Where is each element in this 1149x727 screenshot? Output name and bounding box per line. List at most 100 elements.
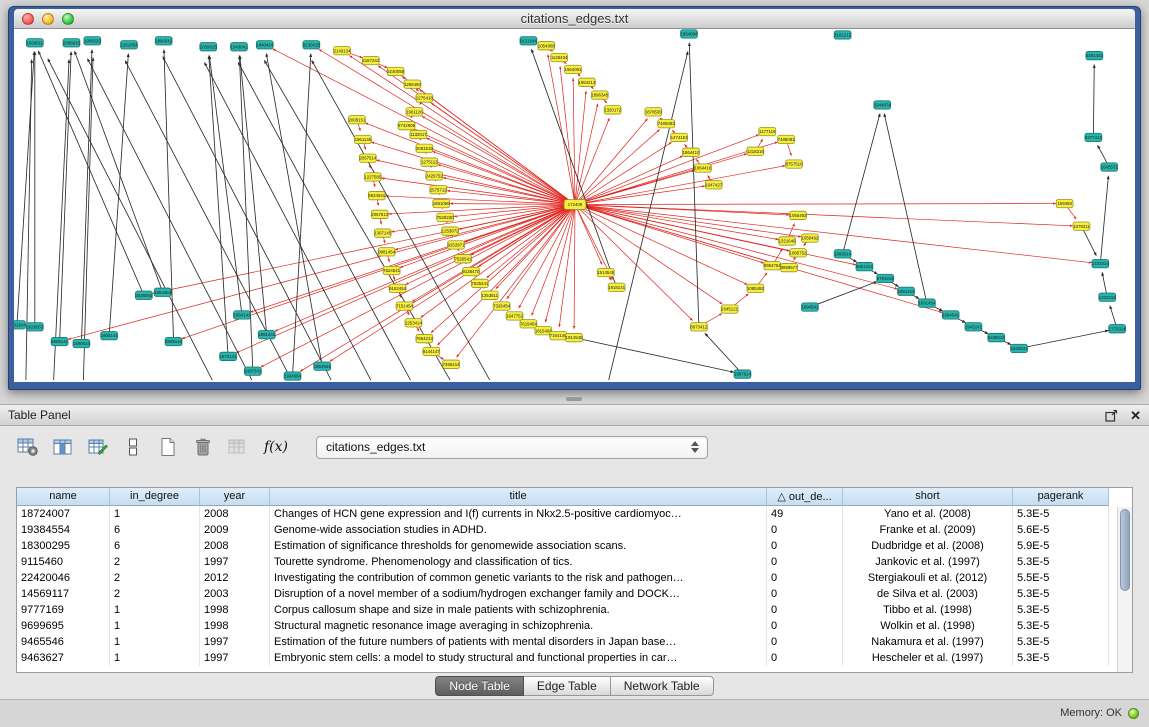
graph-node[interactable]: 7485081 — [778, 135, 795, 143]
graph-node[interactable]: 1275112 — [421, 158, 438, 166]
table-row[interactable]: 1872400712008Changes of HCN gene express… — [17, 506, 1132, 522]
graph-node[interactable]: 1664091 — [565, 65, 582, 73]
graph-node[interactable]: 2039815 — [200, 43, 217, 51]
row-tools-button[interactable] — [121, 435, 145, 459]
tab-edge-table[interactable]: Edge Table — [524, 676, 611, 696]
graph-node[interactable]: 1945241 — [965, 323, 982, 331]
graph-node[interactable]: 2045121 — [721, 305, 738, 313]
network-canvas[interactable]: 172409 2149134 2187242 22400581286490 127541… — [14, 29, 1135, 382]
graph-node[interactable]: 8954754 — [764, 261, 781, 269]
table-row[interactable]: 1830029562008Estimation of significance … — [17, 538, 1132, 554]
graph-node[interactable]: 1918141 — [608, 283, 625, 291]
window-titlebar[interactable]: citations_edges.txt — [14, 9, 1135, 29]
graph-node[interactable]: 1956520 — [84, 37, 101, 45]
table-row[interactable]: 1456911722003Disruption of a novel membe… — [17, 586, 1132, 602]
column-header-pagerank[interactable]: pagerank — [1013, 488, 1109, 506]
graph-node[interactable]: 8973412 — [690, 323, 707, 331]
graph-node[interactable]: 1177116 — [759, 127, 776, 135]
table-row[interactable]: 946362711997Embryonic stem cells: a mode… — [17, 650, 1132, 666]
graph-node[interactable]: 1286490 — [404, 80, 421, 88]
graph-node[interactable]: 9742906 — [398, 121, 415, 129]
graph-node[interactable]: 1079211 — [1073, 222, 1090, 230]
edit-table-button[interactable] — [86, 435, 110, 459]
graph-node[interactable]: 7619454 — [520, 320, 537, 328]
graph-node[interactable]: 1864410 — [683, 148, 700, 156]
graph-node[interactable]: 1261054 — [121, 41, 138, 49]
graph-node[interactable]: 1367145 — [374, 229, 391, 237]
graph-node[interactable]: 2526053 — [135, 291, 152, 299]
graph-node[interactable]: 9524541 — [368, 191, 385, 199]
graph-node[interactable]: 2187242 — [362, 56, 379, 64]
graph-node[interactable]: 1514545 — [597, 268, 614, 276]
close-panel-icon[interactable]: ✕ — [1130, 409, 1141, 422]
graph-node[interactable]: 7326454 — [493, 302, 510, 310]
table-row[interactable]: 911546021997Tourette syndrome. Phenomeno… — [17, 554, 1132, 570]
graph-node[interactable]: 5591442 — [1086, 51, 1103, 59]
close-window-button[interactable] — [22, 13, 34, 25]
graph-node[interactable]: 2057514 — [359, 154, 376, 162]
function-builder-button[interactable]: f(x) — [261, 435, 291, 459]
graph-node[interactable]: 1320172 — [604, 106, 621, 114]
graph-node[interactable]: 2081519 — [416, 144, 433, 152]
graph-node[interactable]: 8757516 — [786, 160, 803, 168]
graph-node[interactable]: 1893614 — [834, 250, 851, 258]
graph-node[interactable]: 1275418 — [416, 94, 433, 102]
graph-node[interactable]: 7526541 — [455, 255, 472, 263]
graph-node[interactable]: 2008915 — [63, 39, 80, 47]
import-table-button[interactable] — [226, 435, 250, 459]
graph-node[interactable]: 9152454 — [389, 284, 406, 292]
graph-node[interactable]: 1253811 — [481, 291, 498, 299]
column-header-year[interactable]: year — [200, 488, 270, 506]
graph-node[interactable]: 2575712 — [430, 186, 447, 194]
graph-node[interactable]: 6791914 — [877, 274, 894, 282]
graph-node[interactable]: 1897914 — [734, 370, 751, 378]
graph-node[interactable]: 2067513 — [371, 210, 388, 218]
graph-node[interactable]: 1891441 — [258, 330, 275, 338]
graph-node[interactable]: 8961412 — [856, 262, 873, 270]
graph-node[interactable]: 2425752 — [426, 172, 443, 180]
select-columns-button[interactable] — [51, 435, 75, 459]
graph-node[interactable]: 2240058 — [387, 67, 404, 75]
graph-node[interactable]: 1047427 — [705, 181, 722, 189]
panel-splitter-handle[interactable] — [566, 396, 582, 401]
graph-node[interactable]: 1253414 — [405, 319, 422, 327]
graph-node[interactable]: 1227585 — [364, 173, 381, 181]
graph-node[interactable]: 1059492 — [801, 234, 818, 242]
graph-node[interactable]: 1961126 — [406, 108, 423, 116]
graph-node[interactable]: 1231014 — [1099, 293, 1116, 301]
graph-node[interactable]: 1775314 — [1109, 325, 1126, 333]
column-header-out_de[interactable]: △ out_de... — [767, 488, 843, 506]
graph-node[interactable]: 1896345 — [591, 91, 608, 99]
table-row[interactable]: 2242004622012Investigating the contribut… — [17, 570, 1132, 586]
float-panel-icon[interactable] — [1105, 409, 1118, 422]
table-row[interactable]: 977716911998Corpus callosum shape and si… — [17, 602, 1132, 618]
graph-node[interactable]: 1694541 — [942, 311, 959, 319]
graph-node[interactable]: 1890542 — [155, 37, 172, 45]
graph-node[interactable]: 1931184 — [14, 321, 26, 329]
graph-node[interactable]: 7485083 — [658, 119, 675, 127]
graph-node[interactable]: 1905141 — [101, 331, 118, 339]
table-selector-dropdown[interactable]: citations_edges.txt — [316, 436, 708, 459]
graph-node[interactable]: 172409 — [564, 200, 586, 210]
graph-node[interactable]: 1864094 — [681, 30, 698, 38]
graph-node[interactable]: 8130415 — [303, 41, 320, 49]
graph-node[interactable]: 9277414 — [1085, 133, 1102, 141]
table-row[interactable]: 1938455462009Genome-wide association stu… — [17, 522, 1132, 538]
graph-node[interactable]: 1943041 — [231, 43, 248, 51]
graph-node[interactable]: 1691454 — [918, 299, 935, 307]
graph-node[interactable]: 1891414 — [898, 287, 915, 295]
graph-node[interactable]: 7154140 — [550, 331, 567, 339]
column-header-name[interactable]: name — [17, 488, 110, 506]
graph-node[interactable]: 159358 — [1056, 199, 1073, 207]
graph-node[interactable]: 1895752 — [790, 249, 807, 257]
graph-node[interactable]: 5905144 — [165, 337, 182, 345]
graph-node[interactable]: 1634541 — [1011, 344, 1028, 352]
graph-node[interactable]: 1218216 — [747, 147, 764, 155]
minimize-window-button[interactable] — [42, 13, 54, 25]
graph-node[interactable]: 1590514 — [73, 339, 90, 347]
tab-network-table[interactable]: Network Table — [611, 676, 714, 696]
graph-node[interactable]: 2149134 — [334, 47, 351, 55]
graph-node[interactable]: 7365414 — [443, 360, 460, 368]
table-settings-button[interactable] — [16, 435, 40, 459]
graph-node[interactable]: 1125434 — [551, 53, 568, 61]
